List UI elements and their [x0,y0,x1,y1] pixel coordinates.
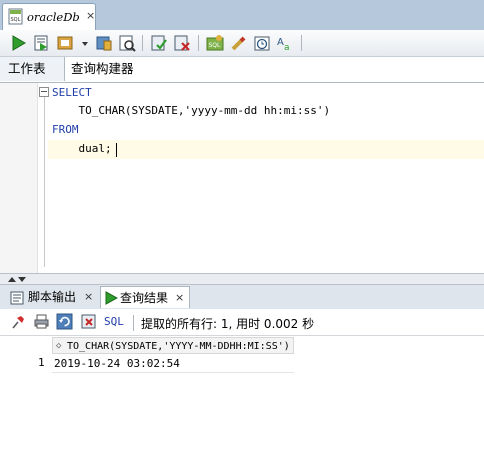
code-line-from: FROM [52,123,79,136]
tab-query-result[interactable]: 查询结果 × [100,286,190,308]
svg-text:SQL: SQL [11,17,21,23]
collapse-up-icon[interactable] [8,277,16,282]
tab-script-output-label: 脚本输出 [28,290,77,304]
run-script-icon[interactable] [32,34,50,52]
result-grid: ◇ TO_CHAR(SYSDATE,'YYYY-MM-DDHH:MI:SS') … [0,336,484,468]
svg-text:A: A [277,37,284,48]
tab-worksheet[interactable]: 工作表 [0,57,65,81]
document-tab-oracledb[interactable]: SQL oracleDb × [2,3,96,30]
rollback-icon[interactable] [173,34,191,52]
print-icon[interactable] [33,313,50,330]
commit-icon[interactable] [150,34,168,52]
svg-text:SQL: SQL [209,42,222,49]
toolbar-separator [133,315,134,331]
format-icon[interactable]: Aa [276,34,294,52]
output-tabs: 脚本输出 × 查询结果 × [0,285,484,310]
fold-toggle-icon[interactable] [39,87,49,97]
toolbar-separator [301,35,302,51]
code-line-select: SELECT [52,86,92,99]
editor-tab-strip: SQL oracleDb × [0,0,484,30]
editor-gutter [0,83,38,273]
run-icon[interactable] [9,34,27,52]
result-toolbar: SQL 提取的所有行: 1, 用时 0.002 秒 [0,309,484,336]
tab-query-builder[interactable]: 查询构建器 [63,57,142,81]
code-line-dual: dual; [52,142,112,155]
tab-script-output[interactable]: 脚本输出 × [4,286,98,308]
row-number: 1 [38,356,45,369]
column-header-label: TO_CHAR(SYSDATE,'YYYY-MM-DDHH:MI:SS') [67,341,290,352]
current-line-highlight [48,140,484,159]
sql-tuning-icon[interactable] [118,34,136,52]
chevron-down-icon[interactable] [76,34,88,52]
toolbar-separator [142,35,143,51]
sql-file-icon: SQL [8,8,23,25]
fold-guide [44,97,45,267]
svg-text:a: a [284,43,290,52]
refresh-icon[interactable] [56,313,73,330]
code-line-to-char: TO_CHAR(SYSDATE,'yyyy-mm-dd hh:mi:ss') [52,104,331,117]
fetch-status: 提取的所有行: 1, 用时 0.002 秒 [141,317,315,331]
sort-icon[interactable]: ◇ [56,338,61,355]
sql-history-icon[interactable]: SQL [206,34,224,52]
worksheet-tabs: 工作表 查询构建器 [0,57,484,83]
sql-editor[interactable]: SELECT TO_CHAR(SYSDATE,'yyyy-mm-dd hh:mi… [0,83,484,273]
pin-icon[interactable] [10,313,27,330]
collapse-down-icon[interactable] [18,277,26,282]
sql-button[interactable]: SQL [104,315,124,328]
pane-splitter[interactable] [0,273,484,285]
toolbar-separator [198,35,199,51]
run-icon [104,290,119,305]
export-icon[interactable] [80,313,97,330]
tab-query-result-label: 查询结果 [120,291,169,305]
close-icon[interactable]: × [84,286,93,308]
explain-plan-icon[interactable] [95,34,113,52]
table-cell[interactable]: 2019-10-24 03:02:54 [52,355,294,373]
document-tab-label: oracleDb [27,10,80,24]
worksheet-toolbar: SQL Aa [0,30,484,57]
clear-icon[interactable] [230,34,248,52]
history-icon[interactable] [253,34,271,52]
text-caret [116,143,117,157]
close-icon[interactable]: × [175,287,184,309]
close-icon[interactable]: × [86,9,95,22]
column-header[interactable]: ◇ TO_CHAR(SYSDATE,'YYYY-MM-DDHH:MI:SS') [52,337,294,354]
autotrace-icon[interactable] [56,34,74,52]
script-output-icon [10,290,24,305]
